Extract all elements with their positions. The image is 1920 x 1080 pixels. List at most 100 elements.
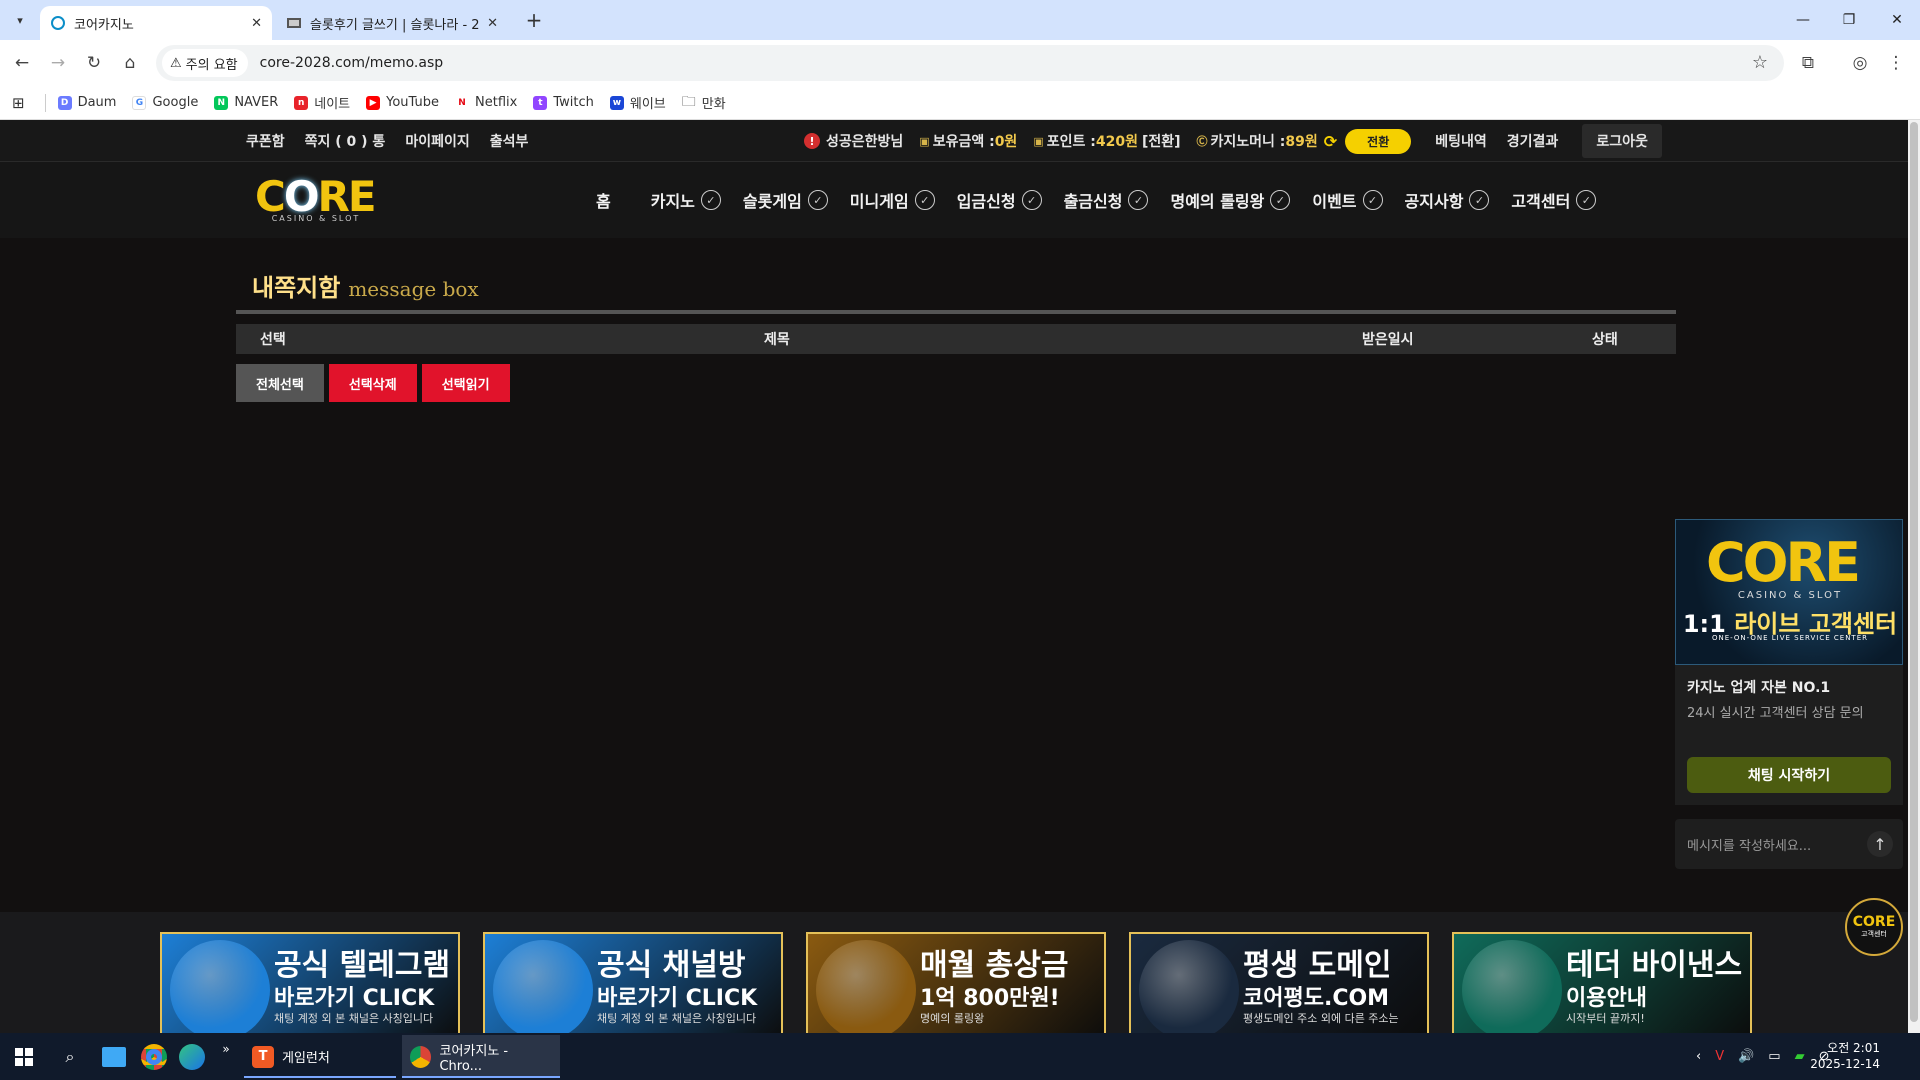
bookmark-youtube[interactable]: ▶ YouTube — [366, 95, 439, 110]
apps-grid-icon[interactable]: ⊞ — [12, 94, 25, 112]
new-tab-button[interactable]: + — [520, 6, 548, 34]
menu-notice[interactable]: 공지사항 ✓ — [1405, 188, 1490, 212]
network-icon[interactable]: ▭ — [1768, 1049, 1780, 1064]
banner-tether-binance[interactable]: 테더 바이낸스 이용안내 시작부터 끝까지! — [1452, 932, 1752, 1033]
check-circle-icon: ✓ — [1021, 190, 1042, 210]
home-button[interactable]: ⌂ — [118, 51, 142, 75]
read-selected-button[interactable]: 선택읽기 — [421, 364, 510, 402]
profile-icon[interactable]: ◎ — [1848, 51, 1872, 75]
user-level-icon: ! — [804, 133, 820, 149]
banner-channel[interactable]: 공식 채널방 바로가기 CLICK 채팅 계정 외 본 채널은 사칭입니다 — [483, 932, 783, 1033]
security-chip[interactable]: ⚠ 주의 요함 — [162, 49, 248, 77]
betting-history-link[interactable]: 베팅내역 — [1435, 131, 1487, 151]
nvidia-icon[interactable]: ▰ — [1795, 1049, 1805, 1064]
volume-icon[interactable]: 🔊 — [1738, 1049, 1754, 1064]
menu-event[interactable]: 이벤트 ✓ — [1312, 188, 1383, 212]
restore-button[interactable]: ❐ — [1826, 0, 1872, 40]
daum-icon: D — [57, 95, 72, 110]
delete-selected-button[interactable]: 선택삭제 — [328, 364, 417, 402]
close-window-button[interactable]: ✕ — [1874, 0, 1920, 40]
desktop-icon[interactable] — [100, 1043, 128, 1071]
select-all-button[interactable]: 전체선택 — [236, 364, 324, 402]
bookmark-google[interactable]: G Google — [132, 95, 198, 110]
bookmark-folder-manhwa[interactable]: 🗀 만화 — [682, 91, 726, 115]
forward-button[interactable]: → — [46, 51, 70, 75]
tab-search-dropdown[interactable]: ▾ — [8, 8, 32, 32]
menu-deposit[interactable]: 입금신청 ✓ — [957, 188, 1042, 212]
system-clock[interactable]: 오전 2:01 2025-12-14 — [1810, 1040, 1880, 1072]
check-circle-icon: ✓ — [914, 190, 935, 210]
search-icon[interactable]: ⌕ — [56, 1043, 84, 1071]
bookmark-daum[interactable]: D Daum — [57, 95, 116, 110]
mypage-link[interactable]: 마이페이지 — [405, 131, 469, 151]
page-title-en: message box — [348, 277, 479, 301]
chrome-icon[interactable] — [140, 1043, 168, 1071]
refresh-icon[interactable]: ⟳ — [1324, 132, 1337, 151]
menu-withdraw[interactable]: 출금신청 ✓ — [1064, 188, 1149, 212]
floating-support-button[interactable]: CORE 고객센터 — [1845, 898, 1903, 956]
url-text[interactable]: core-2028.com/memo.asp — [260, 55, 444, 71]
tab-active[interactable]: 코어카지노 ✕ — [40, 6, 272, 40]
start-chat-button[interactable]: 채팅 시작하기 — [1687, 757, 1891, 793]
point-convert-link[interactable]: [전환] — [1142, 131, 1181, 151]
check-circle-icon: ✓ — [1128, 190, 1149, 210]
page-scrollbar[interactable] — [1908, 120, 1920, 1033]
top-right-info: ! 성공은한방님 ▣ 보유금액 : 0원 ▣ 포인트 : 420원 [전환] Ⓒ… — [804, 120, 1662, 162]
banner-monthly-prize[interactable]: 매월 총상금 1억 800만원! 명예의 롤링왕 — [806, 932, 1106, 1033]
telegram-icon — [493, 940, 593, 1033]
taskbar-app-chrome[interactable]: 코어카지노 - Chro... — [402, 1035, 560, 1078]
reload-button[interactable]: ↻ — [82, 51, 106, 75]
convert-button[interactable]: 전환 — [1345, 128, 1412, 154]
wallet-icon: ▣ — [919, 134, 930, 148]
tab-inactive[interactable]: 슬롯후기 글쓰기 | 슬롯나라 - 2 ✕ — [276, 6, 508, 40]
site-favicon-icon — [287, 18, 301, 28]
column-subject: 제목 — [764, 332, 790, 348]
edge-icon[interactable] — [178, 1043, 206, 1071]
send-arrow-icon[interactable]: ↑ — [1867, 831, 1893, 857]
active-indicator — [244, 1076, 396, 1078]
memo-link[interactable]: 쪽지 ( 0 ) 통 — [305, 131, 386, 151]
tray-arrow-icon[interactable]: ‹ — [1696, 1049, 1701, 1064]
bookmark-naver[interactable]: N NAVER — [214, 95, 278, 110]
banner-lifetime-domain[interactable]: 평생 도메인 코어평도.COM 평생도메인 주소 외에 다른 주소는 — [1129, 932, 1429, 1033]
tab-close-icon[interactable]: ✕ — [251, 16, 262, 31]
bookmark-star-icon[interactable]: ☆ — [1752, 52, 1768, 73]
casino-coin-icon: Ⓒ — [1196, 135, 1208, 148]
attendance-link[interactable]: 출석부 — [490, 131, 529, 151]
message-actions: 전체선택 선택삭제 선택읽기 — [236, 364, 1676, 402]
menu-support[interactable]: 고객센터 ✓ — [1511, 188, 1597, 212]
menu-kebab-icon[interactable]: ⋮ — [1884, 51, 1908, 75]
twitch-icon: t — [533, 95, 548, 110]
bookmark-twitch[interactable]: t Twitch — [533, 95, 594, 110]
site-logo[interactable]: CORE CASINO & SLOT — [255, 176, 377, 224]
chat-headline: 카지노 업계 자본 NO.1 — [1687, 680, 1831, 696]
bookmark-wavve[interactable]: w 웨이브 — [609, 93, 666, 112]
banner-telegram[interactable]: 공식 텔레그램 바로가기 CLICK 채팅 계정 외 본 채널은 사칭입니다 — [160, 932, 460, 1033]
minimize-button[interactable]: — — [1780, 0, 1826, 40]
chat-description: 24시 실시간 고객센터 상담 문의 — [1687, 706, 1864, 721]
match-results-link[interactable]: 경기결과 — [1507, 131, 1559, 151]
coupon-link[interactable]: 쿠폰함 — [246, 131, 285, 151]
v3-antivirus-icon[interactable]: V — [1715, 1049, 1724, 1064]
bookmark-netflix[interactable]: N Netflix — [455, 95, 517, 110]
title-divider — [236, 310, 1676, 314]
chat-message-input[interactable]: 메시지를 작성하세요... ↑ — [1675, 819, 1903, 869]
chevron-more-icon[interactable]: » — [212, 1035, 240, 1063]
menu-rolling-king[interactable]: 명예의 롤링왕 ✓ — [1170, 188, 1291, 212]
top-left-links: 쿠폰함 쪽지 ( 0 ) 통 마이페이지 출석부 — [246, 120, 548, 162]
logout-button[interactable]: 로그아웃 — [1582, 124, 1662, 158]
menu-casino[interactable]: 카지노 ✓ — [651, 188, 721, 212]
tab-title: 슬롯후기 글쓰기 | 슬롯나라 - 2 — [310, 17, 480, 33]
back-button[interactable]: ← — [10, 51, 34, 75]
address-bar[interactable]: ⚠ 주의 요함 core-2028.com/memo.asp ☆ — [156, 45, 1784, 81]
menu-minigame[interactable]: 미니게임 ✓ — [850, 188, 935, 212]
menu-slot[interactable]: 슬롯게임 ✓ — [743, 188, 828, 212]
menu-home[interactable]: 홈 — [596, 188, 611, 212]
taskbar-app-game-launcher[interactable]: T 게임런처 — [244, 1035, 396, 1078]
column-received-at: 받은일시 — [1362, 332, 1414, 348]
bookmark-nate[interactable]: n 네이트 — [294, 93, 350, 112]
scrollbar-thumb[interactable] — [1910, 122, 1918, 1022]
extensions-icon[interactable]: ⧉ — [1796, 51, 1820, 75]
tab-close-icon[interactable]: ✕ — [487, 16, 498, 31]
windows-start-icon[interactable] — [10, 1043, 38, 1071]
